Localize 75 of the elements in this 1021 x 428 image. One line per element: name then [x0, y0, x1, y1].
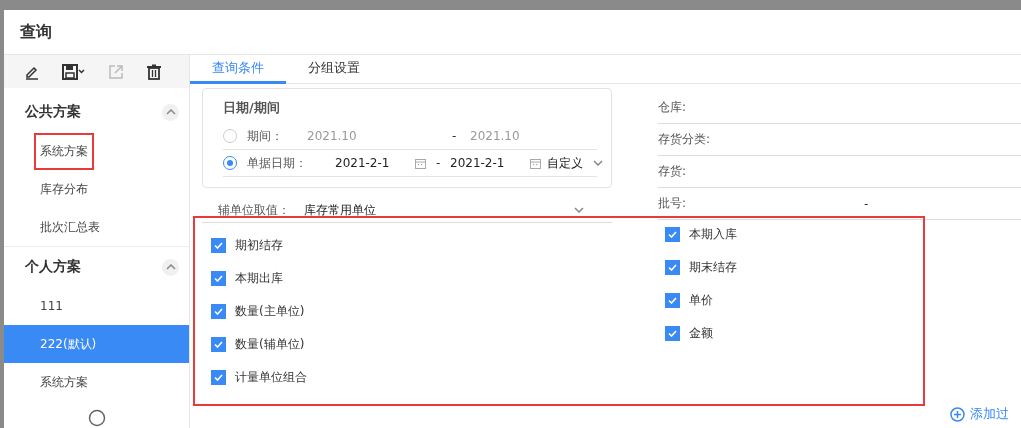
collapse-toggle[interactable] [162, 103, 179, 121]
checkbox-label: 期末结存 [688, 258, 737, 276]
sidebar-item[interactable]: 系统方案 [4, 363, 189, 401]
option-label: 期间： [247, 127, 284, 145]
range-select[interactable]: 自定义 [547, 154, 589, 172]
sidebar-item[interactable]: 111 [4, 287, 189, 325]
item-label: 批次汇总表 [39, 218, 101, 236]
check-icon [214, 241, 223, 249]
filter-field[interactable]: 仓库: [658, 92, 1021, 124]
calendar-icon[interactable] [415, 157, 426, 169]
checkbox[interactable] [211, 270, 226, 286]
check-icon [667, 329, 677, 337]
item-label: 系统方案 [39, 373, 89, 391]
add-filter-link[interactable]: 添加过 [950, 405, 1009, 423]
option-label: 单据日期： [247, 154, 308, 172]
date-from[interactable]: 2021-2-1 [335, 156, 415, 170]
tab[interactable]: 分组设置 [286, 55, 382, 84]
checkbox[interactable] [664, 259, 680, 275]
calendar-icon[interactable] [530, 157, 541, 169]
checkbox-label: 计量单位组合 [235, 368, 307, 386]
aux-unit-select[interactable]: 辅单位取值： 库存常用单位 [202, 198, 612, 223]
checkbox[interactable] [211, 237, 226, 253]
check-icon [667, 296, 677, 304]
date-to[interactable]: 2021-2-1 [450, 156, 530, 170]
chevron-icon[interactable] [165, 264, 176, 270]
trash-icon[interactable] [146, 63, 162, 80]
item-label: 系统方案 [34, 132, 94, 170]
checkbox-label: 单价 [688, 291, 713, 309]
filter-field[interactable]: 存货: [658, 156, 1021, 188]
check-icon [214, 307, 223, 315]
check-icon [214, 340, 223, 348]
chevron-icon[interactable] [593, 160, 603, 166]
checkbox-label: 数量(主单位) [235, 302, 305, 320]
checkbox-label: 数量(辅单位) [235, 335, 305, 353]
checkbox-label: 本期入库 [688, 225, 737, 243]
check-icon [667, 230, 677, 238]
field-label: 存货: [658, 163, 688, 180]
field-label: 仓库: [658, 99, 688, 116]
range-separator: - [864, 196, 870, 211]
dialog-title: 查询 [20, 21, 52, 43]
field-label: 批号: [658, 195, 688, 212]
sidebar-item[interactable]: 批次汇总表 [4, 208, 189, 246]
check-icon [667, 263, 677, 271]
circle-icon[interactable] [87, 409, 106, 427]
item-label: 111 [39, 298, 64, 315]
tab[interactable]: 查询条件 [190, 55, 286, 84]
checkbox[interactable] [211, 336, 226, 352]
checkbox[interactable] [211, 369, 226, 385]
section-title: 日期/期间 [223, 99, 281, 117]
item-label: 222(默认) [39, 335, 98, 353]
checkbox-label: 本期出库 [235, 269, 283, 287]
chevron-icon[interactable] [165, 109, 176, 115]
filter-field[interactable]: 存货分类: [658, 124, 1021, 156]
range-separator: - [452, 129, 458, 143]
checkbox[interactable] [211, 303, 226, 319]
field-label: 存货分类: [658, 131, 712, 148]
plus-circle-icon [950, 406, 965, 422]
checkbox[interactable] [664, 292, 680, 308]
checkbox-label: 期初结存 [235, 236, 283, 254]
item-label: 库存分布 [39, 180, 89, 198]
checkbox-label: 金额 [688, 324, 713, 342]
sidebar-item[interactable]: 系统方案 [4, 132, 189, 170]
checkbox[interactable] [664, 226, 680, 242]
checkbox[interactable] [664, 325, 680, 341]
range-separator: - [436, 156, 442, 170]
collapse-toggle[interactable] [162, 258, 179, 276]
group-title: 个人方案 [25, 258, 81, 276]
check-icon [214, 274, 223, 282]
field-label: 辅单位取值： [218, 201, 291, 219]
group-title: 公共方案 [25, 103, 81, 121]
check-icon [214, 373, 223, 381]
filter-field[interactable]: 批号: - [658, 188, 1021, 220]
sidebar-item[interactable]: 库存分布 [4, 170, 189, 208]
chevron-icon[interactable] [574, 207, 584, 213]
select-value: 库存常用单位 [304, 201, 377, 219]
